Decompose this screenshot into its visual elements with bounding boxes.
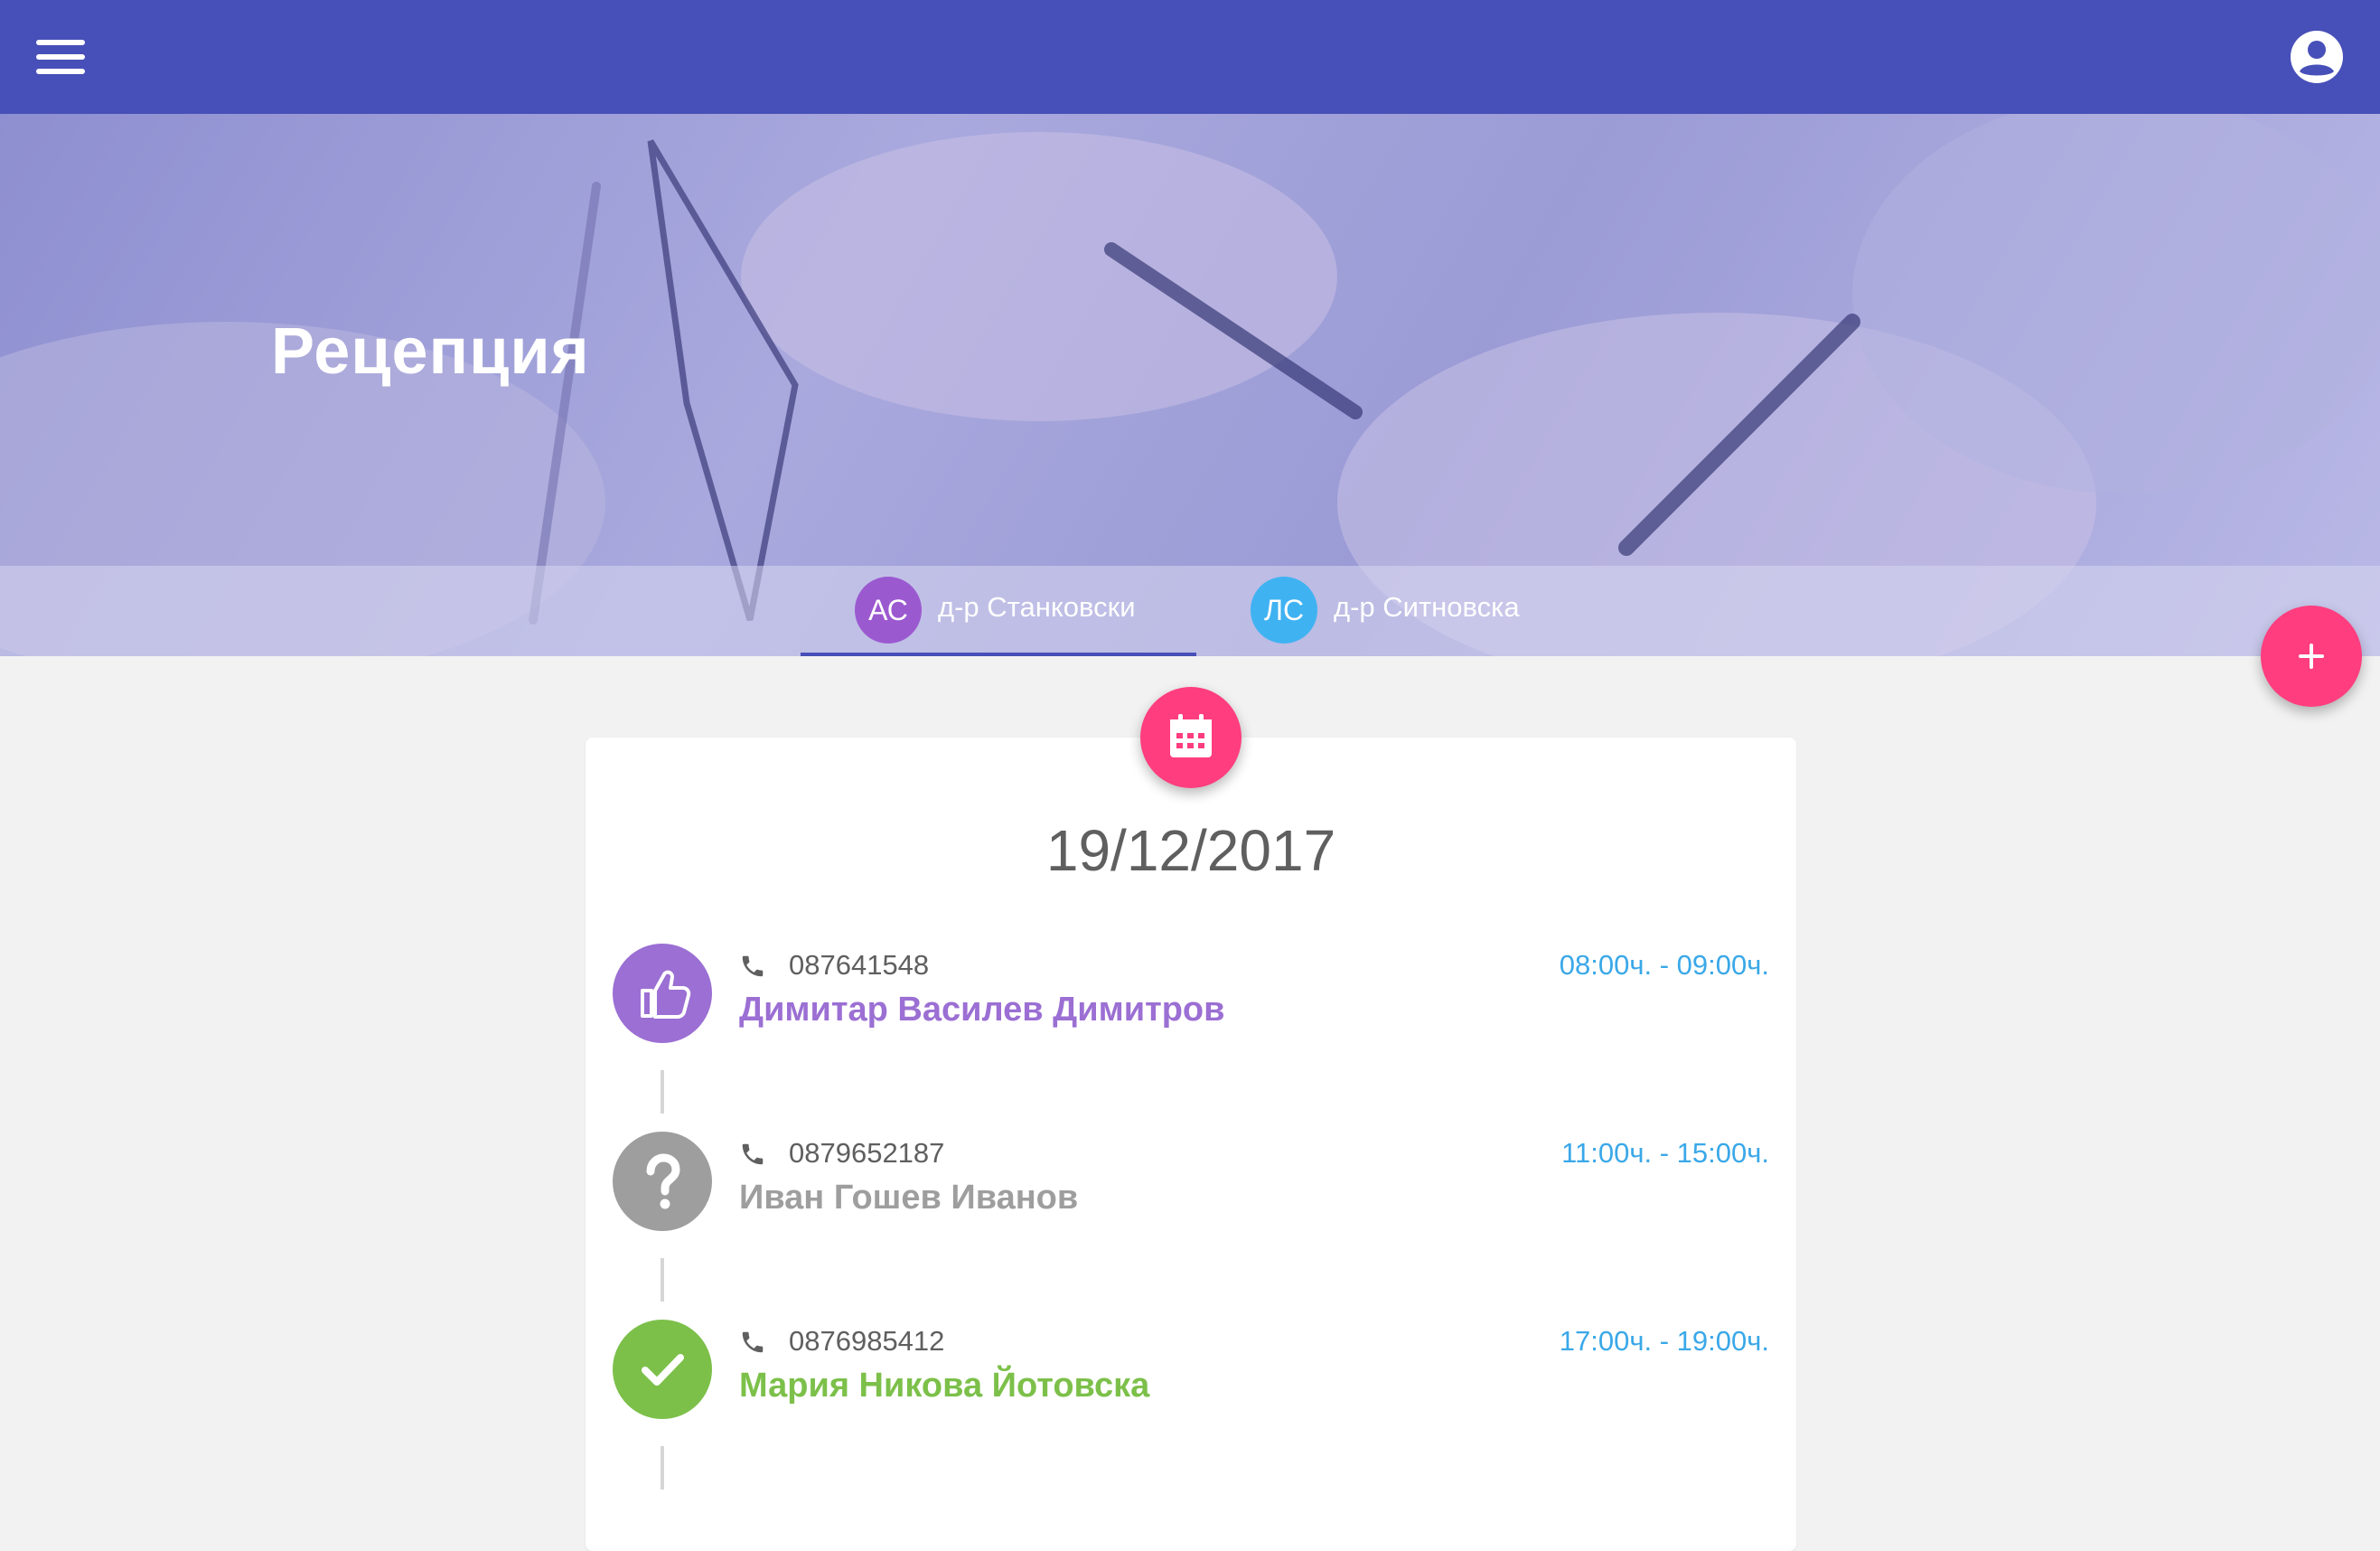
phone-icon [742, 1331, 764, 1353]
avatar: АС [855, 577, 922, 644]
patient-name: Димитар Василев Димитров [739, 991, 1225, 1029]
phone-number: 0876985412 [789, 1325, 945, 1357]
menu-icon[interactable] [36, 40, 85, 74]
tab-label: д-р Ситновска [1334, 591, 1520, 623]
appointment-time: 08:00ч. - 09:00ч. [1559, 949, 1769, 981]
avatar: ЛС [1251, 577, 1317, 644]
patient-name: Мария Никова Йотовска [739, 1367, 1150, 1405]
appointment-item[interactable]: 087641548 Димитар Василев Димитров 08:00… [586, 944, 1796, 1045]
appointment-item[interactable]: 0876985412 Мария Никова Йотовска 17:00ч.… [586, 1320, 1796, 1421]
tab-doctor-sitnovska[interactable]: ЛС д-р Ситновска [1251, 566, 1558, 656]
add-appointment-button[interactable] [2261, 606, 2362, 707]
timeline-connector [661, 1070, 664, 1114]
phone-icon [742, 1143, 764, 1165]
phone-number: 0879652187 [789, 1137, 945, 1169]
appointment-time: 11:00ч. - 15:00ч. [1561, 1137, 1769, 1169]
page-title: Рецепция [271, 315, 590, 388]
question-mark-icon [613, 1132, 712, 1231]
schedule-card: 19/12/2017 087641548 Димитар Василев Дим… [586, 738, 1796, 1551]
phone-number: 087641548 [789, 949, 930, 981]
calendar-icon [1170, 714, 1212, 757]
account-circle-icon[interactable] [2290, 30, 2344, 84]
appointment-item[interactable]: 0879652187 Иван Гошев Иванов 11:00ч. - 1… [586, 1132, 1796, 1233]
appointment-time: 17:00ч. - 19:00ч. [1559, 1325, 1769, 1357]
doctor-tabs: АС д-р Станковски ЛС д-р Ситновска [0, 566, 2380, 656]
timeline-connector [661, 1446, 664, 1490]
calendar-button[interactable] [1140, 687, 1242, 788]
timeline-connector [661, 1258, 664, 1302]
tab-label: д-р Станковски [938, 591, 1136, 623]
tab-doctor-stankovski[interactable]: АС д-р Станковски [855, 566, 1162, 656]
thumbs-up-icon [613, 944, 712, 1043]
active-tab-indicator [801, 653, 1196, 656]
schedule-date: 19/12/2017 [1045, 818, 1336, 883]
app-bar [0, 0, 2380, 114]
hero-banner: Рецепция АС д-р Станковски ЛС д-р Ситнов… [0, 114, 2380, 656]
phone-icon [742, 955, 764, 977]
patient-name: Иван Гошев Иванов [739, 1179, 1079, 1217]
check-icon [613, 1320, 712, 1419]
